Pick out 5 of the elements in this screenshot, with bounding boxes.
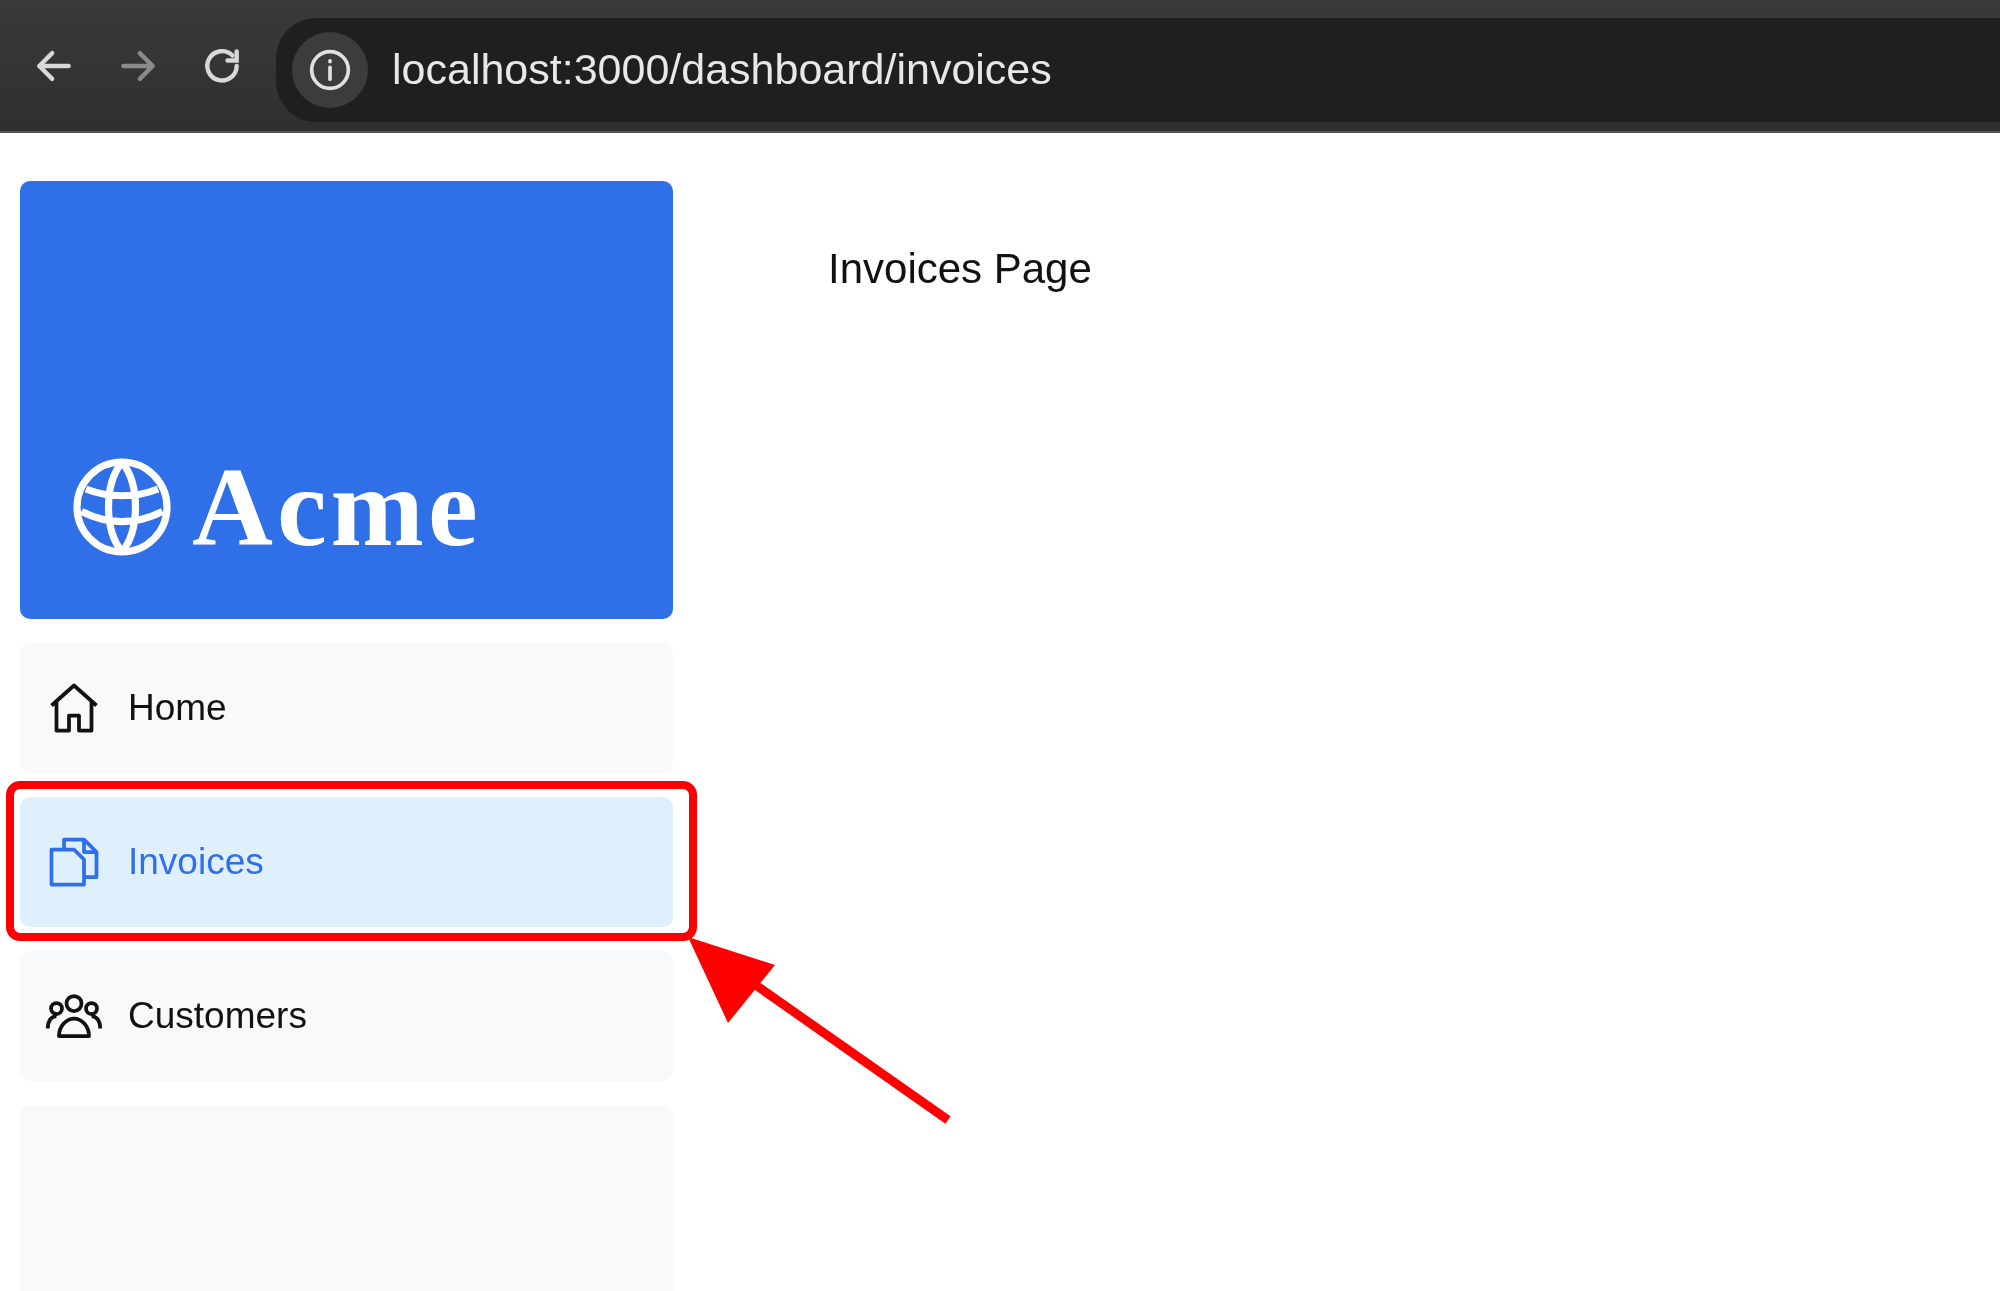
nav-link[interactable]: Invoices bbox=[20, 797, 673, 927]
logo-text: Acme bbox=[192, 451, 482, 563]
nav-link[interactable]: Customers bbox=[20, 951, 673, 1081]
page-heading: Invoices Page bbox=[828, 244, 1092, 294]
nav-link[interactable]: Home bbox=[20, 643, 673, 773]
